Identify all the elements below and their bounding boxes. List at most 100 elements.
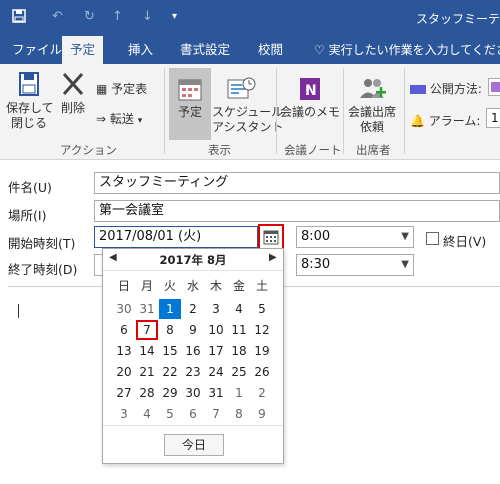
group-label-action: アクション [60, 143, 117, 157]
calendar-day[interactable]: 13 [113, 341, 135, 361]
undo-icon[interactable]: ↶ [52, 9, 63, 24]
subject-input[interactable]: スタッフミーティング [94, 172, 500, 194]
separator [276, 68, 277, 154]
save-close-label-2: 閉じる [10, 116, 47, 130]
scheduling-assistant-button[interactable]: スケジュール アシスタント [212, 76, 284, 135]
start-time-select[interactable]: 8:00 ▼ [296, 226, 414, 248]
save-close-button[interactable]: 保存して 閉じる [6, 70, 54, 131]
all-day-checkbox[interactable] [426, 232, 439, 245]
end-time-select[interactable]: 8:30 ▼ [296, 254, 414, 276]
calendar-day[interactable]: 14 [136, 341, 158, 361]
calendar-day[interactable]: 23 [182, 362, 204, 382]
tab-review[interactable]: 校閲 [250, 36, 291, 64]
calendar-day[interactable]: 8 [228, 404, 250, 424]
title-bar: ↶ ↻ ↑ ↓ ▾ スタッフミーテ [0, 0, 500, 36]
calendar-day[interactable]: 9 [182, 320, 204, 340]
up-arrow-icon[interactable]: ↑ [112, 9, 123, 24]
start-date-input[interactable]: 2017/08/01 (火) [94, 226, 258, 248]
calendar-day[interactable]: 1 [159, 299, 181, 319]
save-icon[interactable] [12, 9, 26, 27]
calendar-day[interactable]: 22 [159, 362, 181, 382]
calendar-day[interactable]: 16 [182, 341, 204, 361]
calendar-day[interactable]: 6 [182, 404, 204, 424]
group-label-notes: 会議ノート [284, 143, 342, 157]
customize-qat-icon[interactable]: ▾ [172, 11, 177, 22]
appointment-icon [178, 79, 202, 101]
calendar-day[interactable]: 1 [228, 383, 250, 403]
calendar-day[interactable]: 6 [113, 320, 135, 340]
date-picker-popup: ◀ 2017年 8月 ▶ 日月火水木金土 30 31 1 2 3 4 5 6 7 8 9 10 11 12… [102, 248, 284, 464]
calendar-day[interactable]: 10 [205, 320, 227, 340]
down-arrow-icon[interactable]: ↓ [142, 9, 153, 24]
calendar-day[interactable]: 17 [205, 341, 227, 361]
calendar-day[interactable]: 27 [113, 383, 135, 403]
calendar-day[interactable]: 31 [136, 299, 158, 319]
weekday-header: 土 [255, 279, 268, 293]
chevron-down-icon: ▼ [401, 231, 409, 242]
calendar-day[interactable]: 25 [228, 362, 250, 382]
calendar-day[interactable]: 18 [228, 341, 250, 361]
date-picker-header: ◀ 2017年 8月 ▶ [103, 249, 283, 271]
tab-file[interactable]: ファイル [4, 36, 70, 64]
tab-insert[interactable]: 挿入 [120, 36, 161, 64]
calendar-day[interactable]: 3 [205, 299, 227, 319]
meeting-notes-button[interactable]: N 会議のメモ [280, 76, 340, 120]
location-input[interactable]: 第一会議室 [94, 200, 500, 222]
calendar-day[interactable]: 5 [159, 404, 181, 424]
calendar-day[interactable]: 28 [136, 383, 158, 403]
calendar-picker-button[interactable] [258, 224, 284, 250]
alarm-label: 🔔 アラーム: [410, 112, 480, 129]
calendar-day[interactable]: 21 [136, 362, 158, 382]
calendar-day[interactable]: 11 [228, 320, 250, 340]
calendar-day[interactable]: 31 [205, 383, 227, 403]
calendar-day[interactable]: 24 [205, 362, 227, 382]
weekday-header: 月 [140, 279, 153, 293]
forward-label: 転送 [109, 112, 134, 126]
appointment-label: 予定 [177, 105, 202, 119]
calendar-day[interactable]: 4 [136, 404, 158, 424]
start-time-value: 8:00 [301, 229, 331, 244]
public-method-label: 公開方法: [410, 80, 482, 97]
calendar-day[interactable]: 2 [182, 299, 204, 319]
calendar-day[interactable]: 19 [251, 341, 273, 361]
scheduling-label-1: スケジュール [212, 105, 284, 119]
svg-text:N: N [305, 83, 317, 99]
invite-attendees-button[interactable]: 会議出席 依頼 [346, 76, 398, 135]
next-month-icon[interactable]: ▶ [269, 252, 277, 263]
calendar-day[interactable]: 26 [251, 362, 273, 382]
tell-me-box[interactable]: ♡ 実行したい作業を入力してください [302, 36, 500, 64]
show-as-swatch [491, 82, 500, 92]
today-button[interactable]: 今日 [164, 434, 224, 456]
calendar-day[interactable]: 29 [159, 383, 181, 403]
text-cursor [18, 304, 19, 318]
calendar-day[interactable]: 4 [228, 299, 250, 319]
date-picker-footer: 今日 [103, 425, 283, 463]
calendar-day[interactable]: 3 [113, 404, 135, 424]
tab-format[interactable]: 書式設定 [172, 36, 238, 64]
calendar-day[interactable]: 12 [251, 320, 273, 340]
tab-appointment[interactable]: 予定 [62, 36, 104, 64]
calendar-day[interactable]: 30 [113, 299, 135, 319]
delete-button[interactable]: 削除 [58, 70, 88, 116]
calendar-day[interactable]: 7 [136, 320, 158, 340]
calendar-day[interactable]: 7 [205, 404, 227, 424]
weekday-header: 木 [209, 279, 222, 293]
redo-icon[interactable]: ↻ [84, 9, 95, 24]
calendar-day[interactable]: 2 [251, 383, 273, 403]
calendar-day[interactable]: 5 [251, 299, 273, 319]
weekday-header: 日 [117, 279, 130, 293]
show-as-dropdown[interactable] [488, 78, 500, 96]
calendar-day[interactable]: 15 [159, 341, 181, 361]
appointment-view-button[interactable]: 予定 [171, 76, 209, 120]
alarm-dropdown[interactable]: 1: [486, 108, 500, 128]
calendar-day[interactable]: 9 [251, 404, 273, 424]
weekday-header: 金 [232, 279, 245, 293]
separator [343, 68, 344, 154]
calendar-view-button[interactable]: ▦ 予定表 [96, 80, 147, 97]
calendar-day[interactable]: 8 [159, 320, 181, 340]
calendar-day[interactable]: 30 [182, 383, 204, 403]
calendar-day[interactable]: 20 [113, 362, 135, 382]
invite-label-2: 依頼 [359, 120, 384, 134]
delete-label: 削除 [60, 101, 85, 115]
forward-button[interactable]: ⇒ 転送 ▾ [96, 110, 142, 127]
